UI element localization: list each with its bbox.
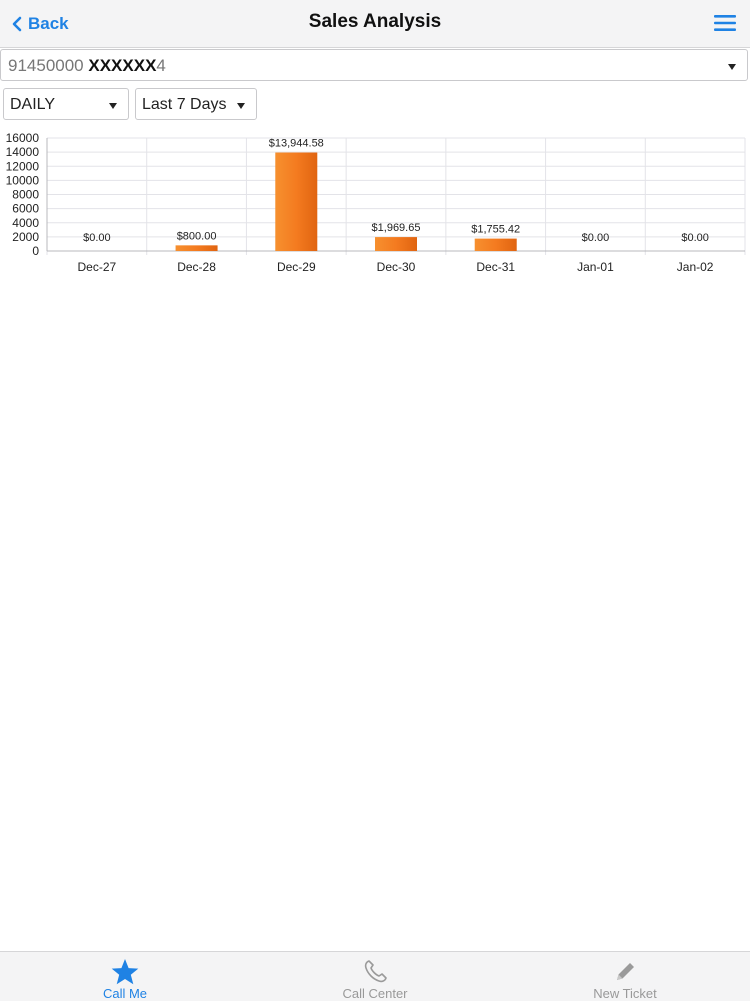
x-tick-label: Dec-28	[177, 260, 216, 274]
tab-label: New Ticket	[593, 986, 657, 1001]
bar	[474, 238, 517, 251]
account-masked: XXXXXX	[88, 56, 157, 75]
data-label: $13,944.58	[269, 138, 324, 150]
caret-down-icon	[237, 103, 245, 109]
account-suffix: 4	[156, 56, 166, 75]
pencil-icon	[617, 963, 634, 980]
x-tick-label: Jan-01	[577, 260, 614, 274]
account-select[interactable]: 91450000 XXXXXX4	[0, 49, 748, 81]
y-tick-label: 10000	[6, 173, 40, 187]
data-label: $0.00	[582, 232, 610, 244]
account-prefix: 91450000	[8, 56, 84, 75]
y-tick-label: 8000	[12, 188, 39, 202]
bar	[375, 237, 417, 251]
x-tick-label: Dec-31	[476, 260, 515, 274]
data-label: $1,755.42	[471, 224, 520, 236]
y-tick-label: 14000	[6, 145, 40, 159]
account-number: 91450000 XXXXXX4	[8, 56, 166, 76]
data-label: $0.00	[83, 232, 111, 244]
tab-label: Call Me	[102, 986, 148, 1001]
bar	[175, 245, 218, 251]
hamburger-menu-icon[interactable]	[714, 14, 736, 32]
y-tick-label: 0	[32, 244, 39, 258]
data-label: $0.00	[681, 232, 709, 244]
period-select[interactable]: DAILY	[3, 88, 129, 120]
nav-bar: Back Sales Analysis	[0, 0, 750, 48]
range-value: Last 7 Days	[142, 96, 227, 113]
y-tick-label: 4000	[12, 216, 39, 230]
x-tick-label: Dec-27	[78, 260, 117, 274]
x-tick-label: Dec-30	[377, 260, 416, 274]
x-tick-label: Jan-02	[677, 260, 714, 274]
phone-icon	[364, 960, 387, 983]
tab-label: Call Center	[342, 986, 408, 1001]
x-tick-label: Dec-29	[277, 260, 316, 274]
tab-call-center[interactable]: Call Center	[250, 952, 500, 1001]
data-label: $1,969.65	[372, 222, 421, 234]
y-tick-label: 6000	[12, 202, 39, 216]
y-tick-label: 2000	[12, 230, 39, 244]
period-value: DAILY	[10, 96, 56, 113]
tab-new-ticket[interactable]: New Ticket	[500, 952, 750, 1001]
range-select[interactable]: Last 7 Days	[135, 88, 257, 120]
sales-bar-chart: 0200040006000800010000120001400016000 $0.…	[6, 131, 746, 274]
bar	[275, 152, 318, 251]
page-title: Sales Analysis	[308, 11, 442, 32]
tab-bar: Call Me Call Center New Ticket	[0, 951, 750, 1001]
y-tick-label: 16000	[6, 131, 40, 145]
star-icon	[111, 959, 139, 985]
y-tick-label: 12000	[6, 159, 40, 173]
tab-call-me[interactable]: Call Me	[0, 952, 250, 1001]
data-label: $800.00	[177, 230, 217, 242]
caret-down-icon	[728, 64, 736, 70]
caret-down-icon	[109, 103, 117, 109]
